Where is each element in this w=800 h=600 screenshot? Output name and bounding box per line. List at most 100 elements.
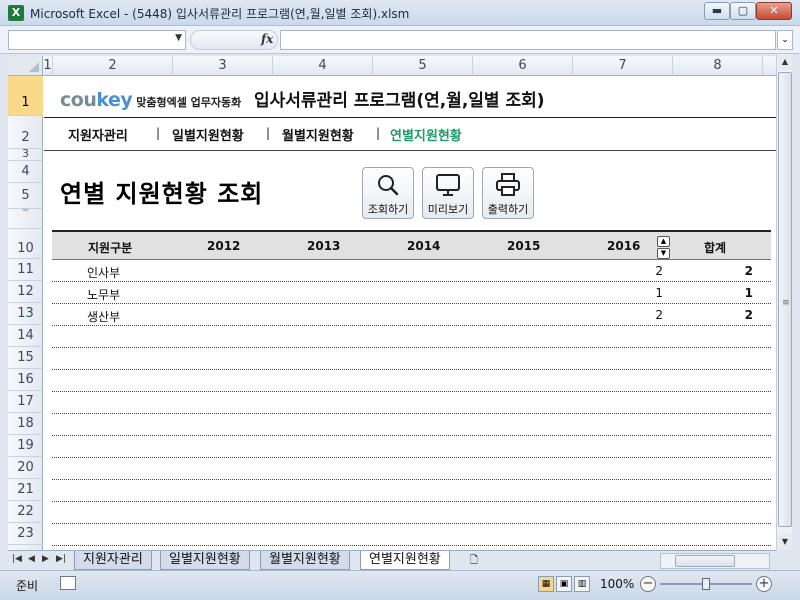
status-text: 준비	[16, 579, 39, 593]
vertical-scrollbar[interactable]: ▲ ≡ ▼	[776, 54, 792, 550]
search-button[interactable]: 조회하기	[362, 167, 414, 219]
nav-monthly-status[interactable]: 월별지원현황	[282, 125, 354, 144]
page-break-view-icon[interactable]: ▥	[574, 576, 590, 592]
row-header-12[interactable]: 12	[8, 281, 43, 303]
row-header-11[interactable]: 11	[8, 259, 43, 281]
page-layout-view-icon[interactable]: ▣	[556, 576, 572, 592]
header-divider	[44, 117, 776, 118]
formula-bar: ▼ fx ⌄	[0, 26, 800, 54]
scroll-up-icon[interactable]: ▲	[778, 54, 792, 70]
maximize-button[interactable]: ▢	[730, 2, 756, 20]
header-2016: 2016	[607, 239, 641, 253]
table-row[interactable]	[52, 502, 771, 524]
normal-view-icon[interactable]: ▦	[538, 576, 554, 592]
table-row[interactable]	[52, 524, 771, 546]
row-header-10[interactable]: 10	[8, 229, 43, 259]
column-header-6[interactable]: 6	[473, 56, 573, 76]
column-header-7[interactable]: 7	[573, 56, 673, 76]
app-title: 입사서류관리 프로그램(연,월,일별 조회)	[254, 91, 545, 111]
insert-sheet-icon[interactable]: 🗋	[470, 553, 488, 568]
table-row[interactable]	[52, 370, 771, 392]
row-header-15[interactable]: 15	[8, 347, 43, 369]
row-header-21[interactable]: 21	[8, 479, 43, 501]
header-2015: 2015	[507, 239, 541, 253]
sheet-navigation: 지원자관리 | 일별지원현황 | 월별지원현황 | 연별지원현황	[44, 125, 776, 147]
vertical-scroll-thumb[interactable]: ≡	[778, 72, 792, 527]
search-button-label: 조회하기	[367, 203, 409, 216]
table-row[interactable]	[52, 480, 771, 502]
next-sheet-icon[interactable]: ▶	[42, 554, 49, 564]
table-row[interactable]: 생산부 2 2	[52, 304, 771, 326]
row-header-20[interactable]: 20	[8, 457, 43, 479]
preview-button[interactable]: 미리보기	[422, 167, 474, 219]
preview-button-label: 미리보기	[427, 203, 469, 216]
nav-applicant-management[interactable]: 지원자관리	[68, 125, 128, 144]
row-header-18[interactable]: 18	[8, 413, 43, 435]
last-sheet-icon[interactable]: ▶|	[56, 554, 66, 564]
row-header-22[interactable]: 22	[8, 501, 43, 523]
header-2013: 2013	[307, 239, 341, 253]
zoom-slider-thumb[interactable]	[702, 578, 710, 590]
title-bar: X Microsoft Excel - (5448) 입사서류관리 프로그램(연…	[0, 0, 800, 26]
row-2016-value: 2	[655, 308, 663, 322]
table-row[interactable]	[52, 348, 771, 370]
table-row[interactable]: 노무부 1 1	[52, 282, 771, 304]
excel-app-icon[interactable]: X	[8, 5, 24, 21]
close-button[interactable]: ✕	[756, 2, 792, 20]
insert-function-icon[interactable]: fx	[261, 32, 273, 46]
row-header-14[interactable]: 14	[8, 325, 43, 347]
select-all-corner[interactable]	[8, 56, 43, 76]
spinner-down-icon[interactable]: ▼	[657, 248, 670, 259]
row-header-2[interactable]: 2	[8, 116, 43, 149]
table-row[interactable]	[52, 392, 771, 414]
row-header-17[interactable]: 17	[8, 391, 43, 413]
page-title: 연별 지원현황 조회	[60, 180, 264, 208]
column-header-1[interactable]: 1	[43, 56, 53, 76]
table-row[interactable]	[52, 414, 771, 436]
row-header-3[interactable]: 3	[8, 148, 43, 161]
name-box[interactable]: ▼	[8, 30, 186, 50]
column-header-2[interactable]: 2	[53, 56, 173, 76]
column-header-8[interactable]: 8	[673, 56, 763, 76]
row-header-19[interactable]: 19	[8, 435, 43, 457]
table-row[interactable]: 인사부 2 2	[52, 260, 771, 282]
zoom-level[interactable]: 100%	[600, 577, 634, 591]
horizontal-scroll-thumb[interactable]	[675, 555, 735, 567]
row-header-1[interactable]: 1	[8, 76, 43, 116]
horizontal-scrollbar[interactable]	[660, 553, 770, 569]
column-header-4[interactable]: 4	[273, 56, 373, 76]
spinner-up-icon[interactable]: ▲	[657, 236, 670, 247]
zoom-in-button[interactable]: +	[756, 576, 772, 592]
header-2014: 2014	[407, 239, 441, 253]
formula-input[interactable]	[280, 30, 776, 50]
chevron-down-icon[interactable]: ▼	[175, 33, 182, 43]
minimize-button[interactable]: ▬	[704, 2, 730, 20]
sheet-tab-daily[interactable]: 일별지원현황	[160, 551, 250, 570]
sheet-tab-monthly[interactable]: 월별지원현황	[260, 551, 350, 570]
table-row[interactable]	[52, 458, 771, 480]
expand-formula-bar-icon[interactable]: ⌄	[777, 30, 793, 50]
nav-yearly-status[interactable]: 연별지원현황	[390, 125, 462, 144]
row-header: 1 2 3 4 5 ═ 10 11 12 13 14 15 16 17 18 1…	[8, 76, 43, 550]
print-button[interactable]: 출력하기	[482, 167, 534, 219]
macro-record-icon[interactable]	[60, 576, 76, 590]
row-dept: 생산부	[87, 310, 121, 324]
row-header-23[interactable]: 23	[8, 523, 43, 545]
row-header-4[interactable]: 4	[8, 161, 43, 183]
year-spinner[interactable]: ▲ ▼	[657, 236, 670, 260]
nav-daily-status[interactable]: 일별지원현황	[172, 125, 244, 144]
column-header-5[interactable]: 5	[373, 56, 473, 76]
prev-sheet-icon[interactable]: ◀	[28, 554, 35, 564]
column-header-3[interactable]: 3	[173, 56, 273, 76]
first-sheet-icon[interactable]: |◀	[12, 554, 22, 564]
logo-slogan: 맞춤형엑셀 업무자동화	[136, 96, 242, 109]
zoom-out-button[interactable]: −	[640, 576, 656, 592]
row-header-16[interactable]: 16	[8, 369, 43, 391]
sheet-tab-applicants[interactable]: 지원자관리	[74, 551, 152, 570]
table-row[interactable]	[52, 436, 771, 458]
table-row[interactable]	[52, 326, 771, 348]
grip-icon: ≡	[782, 298, 790, 308]
sheet-tab-yearly[interactable]: 연별지원현황	[360, 551, 450, 570]
scroll-down-icon[interactable]: ▼	[778, 534, 792, 550]
row-header-13[interactable]: 13	[8, 303, 43, 325]
